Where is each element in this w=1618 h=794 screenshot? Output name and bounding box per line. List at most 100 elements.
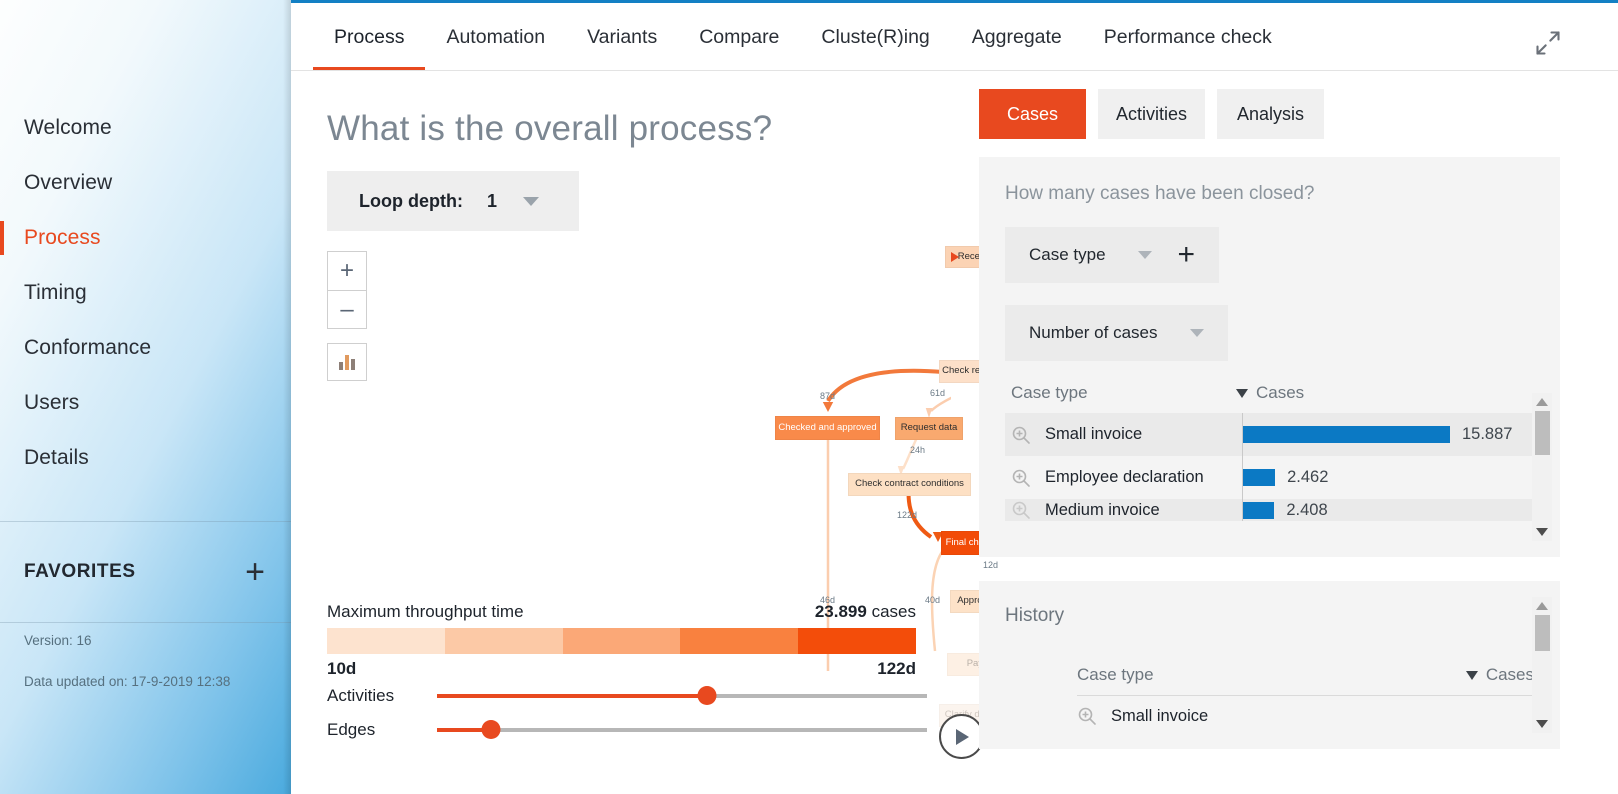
process-pane: What is the overall process? Loop depth:… xyxy=(291,71,951,794)
cases-bar xyxy=(1243,426,1450,443)
cases-bar xyxy=(1243,502,1274,519)
cases-scroll-thumb[interactable] xyxy=(1535,411,1550,455)
cases-value: 15.887 xyxy=(1462,425,1512,444)
slider-track-activities[interactable] xyxy=(437,694,927,698)
insight-tab-activities[interactable]: Activities xyxy=(1098,89,1205,139)
cases-bar-cell: 2.408 xyxy=(1242,499,1528,521)
history-column-case-type[interactable]: Case type xyxy=(1077,665,1466,685)
tab-label: Aggregate xyxy=(972,26,1062,49)
plus-icon[interactable]: + xyxy=(1178,240,1196,270)
sidebar-item-overview[interactable]: Overview xyxy=(0,155,291,210)
expand-diagonal-icon[interactable] xyxy=(1534,29,1562,57)
cases-scrollbar[interactable] xyxy=(1532,393,1552,541)
sidebar-item-label: Timing xyxy=(24,281,87,305)
tab-label: Process xyxy=(334,26,404,49)
history-case-type-name: Small invoice xyxy=(1111,707,1208,726)
slider-knob-activities[interactable] xyxy=(697,686,716,705)
version-label: Version: 16 xyxy=(24,633,267,648)
magnifier-plus-icon[interactable] xyxy=(1011,500,1045,520)
sidebar-item-users[interactable]: Users xyxy=(0,375,291,430)
column-header-case-type[interactable]: Case type xyxy=(1011,383,1236,403)
legend-max: 122d xyxy=(877,659,916,679)
sidebar-item-conformance[interactable]: Conformance xyxy=(0,320,291,375)
sidebar: Welcome Overview Process Timing Conformance U… xyxy=(0,0,291,794)
magnifier-plus-icon[interactable] xyxy=(1011,468,1045,488)
legend-case-value: 23.899 xyxy=(815,602,867,621)
tab-performance-check[interactable]: Performance check xyxy=(1083,3,1293,71)
column-header-cases[interactable]: Cases xyxy=(1236,383,1304,403)
tab-automation[interactable]: Automation xyxy=(425,3,566,71)
legend-case-unit: cases xyxy=(872,602,916,621)
plus-icon[interactable]: + xyxy=(245,555,265,589)
process-node-label: Request data xyxy=(901,423,958,433)
triangle-up-icon[interactable] xyxy=(1536,393,1548,411)
measure-select-value: Number of cases xyxy=(1029,323,1158,343)
table-row[interactable]: Small invoice15.887 xyxy=(1005,413,1534,456)
process-node-approved[interactable]: Checked and approved xyxy=(775,416,880,440)
cases-table-body: Small invoice15.887Employee declaration2… xyxy=(1005,413,1534,521)
process-diagram[interactable]: Receive invoicePay employee reimbursemen… xyxy=(291,151,951,671)
triangle-down-icon[interactable] xyxy=(1536,715,1548,733)
sidebar-divider-2 xyxy=(0,622,291,623)
tab-compare[interactable]: Compare xyxy=(678,3,800,71)
cases-bar-cell: 2.462 xyxy=(1242,456,1528,499)
slider-row-edges: Edges xyxy=(327,713,927,747)
history-scrollbar[interactable] xyxy=(1532,597,1552,733)
table-row[interactable]: Medium invoice2.408 xyxy=(1005,499,1534,521)
list-item[interactable]: Small invoice xyxy=(1077,696,1534,736)
tab-aggregate[interactable]: Aggregate xyxy=(951,3,1083,71)
insight-tab-bar: Cases Activities Analysis xyxy=(979,89,1560,139)
insight-tab-analysis[interactable]: Analysis xyxy=(1217,89,1324,139)
favorites-title: FAVORITES xyxy=(24,561,136,583)
sidebar-item-process[interactable]: Process xyxy=(0,210,291,265)
sidebar-item-label: Details xyxy=(24,446,89,470)
magnifier-plus-icon[interactable] xyxy=(1077,706,1111,726)
cases-card: How many cases have been closed? Case ty… xyxy=(979,157,1560,557)
legend-swatch-3 xyxy=(680,628,798,654)
dimension-select[interactable]: Case type + xyxy=(1005,227,1219,283)
tab-process[interactable]: Process xyxy=(313,3,425,71)
slider-fill xyxy=(437,694,707,698)
measure-select[interactable]: Number of cases xyxy=(1005,305,1228,361)
sidebar-item-label: Overview xyxy=(24,171,112,195)
triangle-down-icon[interactable] xyxy=(1536,523,1548,541)
dimension-select-value: Case type xyxy=(1029,245,1106,265)
cases-bar-cell: 15.887 xyxy=(1242,413,1528,456)
legend-swatch-1 xyxy=(445,628,563,654)
sidebar-shadow xyxy=(283,0,291,794)
sidebar-item-timing[interactable]: Timing xyxy=(0,265,291,320)
sidebar-item-details[interactable]: Details xyxy=(0,430,291,485)
history-table-body: Small invoice xyxy=(1077,696,1534,736)
cases-bar xyxy=(1243,469,1275,486)
sort-desc-icon xyxy=(1466,671,1478,680)
sidebar-nav: Welcome Overview Process Timing Conformance U… xyxy=(0,0,291,485)
tab-label: Variants xyxy=(587,26,657,49)
sidebar-item-label: Users xyxy=(24,391,79,415)
case-type-name: Employee declaration xyxy=(1045,468,1242,487)
slider-knob-edges[interactable] xyxy=(481,720,500,739)
history-scroll-thumb[interactable] xyxy=(1535,615,1550,651)
legend-title: Maximum throughput time xyxy=(327,602,524,622)
insight-pane: Cases Activities Analysis How many cases h… xyxy=(951,71,1618,794)
chevron-down-icon xyxy=(1190,329,1204,337)
insight-tab-label: Activities xyxy=(1116,104,1187,125)
table-row[interactable]: Employee declaration 2.462 xyxy=(1005,456,1534,499)
history-table-header: Case type Cases xyxy=(1077,665,1534,696)
favorites-section: FAVORITES + xyxy=(0,522,291,622)
tab-variants[interactable]: Variants xyxy=(566,3,678,71)
process-node-label: Checked and approved xyxy=(778,423,876,433)
history-title: History xyxy=(1005,605,1534,627)
history-column-cases[interactable]: Cases xyxy=(1466,665,1534,685)
sidebar-item-label: Conformance xyxy=(24,336,151,360)
cases-value: 2.462 xyxy=(1287,468,1328,487)
tab-cluste-r-ing[interactable]: Cluste(R)ing xyxy=(800,3,950,71)
sidebar-item-welcome[interactable]: Welcome xyxy=(0,100,291,155)
triangle-up-icon[interactable] xyxy=(1536,597,1548,615)
magnifier-plus-icon[interactable] xyxy=(1011,425,1045,445)
slider-label: Edges xyxy=(327,720,437,740)
edge-duration-label: 87d xyxy=(820,391,835,401)
slider-track-edges[interactable] xyxy=(437,728,927,732)
tab-label: Performance check xyxy=(1104,26,1272,49)
insight-tab-cases[interactable]: Cases xyxy=(979,89,1086,139)
sidebar-item-label: Welcome xyxy=(24,116,112,140)
